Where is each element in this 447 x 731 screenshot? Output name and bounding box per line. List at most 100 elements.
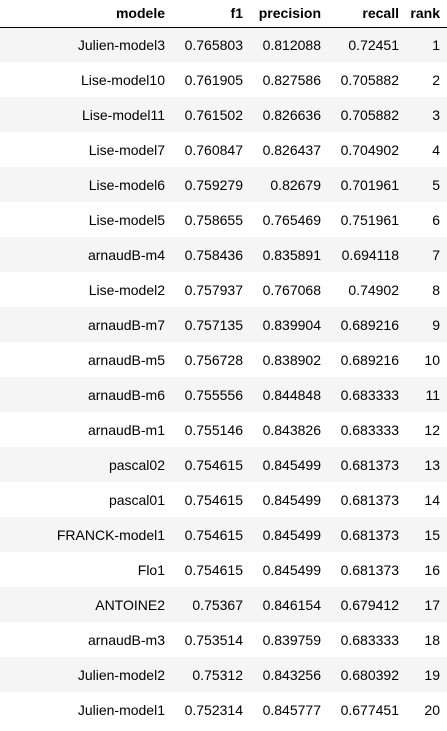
header-row: modele f1 precision recall rank <box>0 0 447 28</box>
cell-modele: arnaudB-m1 <box>0 412 172 447</box>
cell-recall: 0.689216 <box>328 307 406 342</box>
cell-f1: 0.754615 <box>172 517 250 552</box>
cell-rank: 3 <box>406 97 447 132</box>
table-row: arnaudB-m4 0.758436 0.835891 0.694118 7 <box>0 237 447 272</box>
cell-rank: 15 <box>406 517 447 552</box>
cell-f1: 0.75312 <box>172 657 250 692</box>
table-row: Lise-model2 0.757937 0.767068 0.74902 8 <box>0 272 447 307</box>
cell-f1: 0.756728 <box>172 342 250 377</box>
cell-f1: 0.753514 <box>172 622 250 657</box>
cell-f1: 0.758655 <box>172 202 250 237</box>
cell-modele: pascal02 <box>0 447 172 482</box>
cell-f1: 0.755146 <box>172 412 250 447</box>
cell-recall: 0.683333 <box>328 622 406 657</box>
cell-rank: 18 <box>406 622 447 657</box>
cell-precision: 0.767068 <box>250 272 328 307</box>
cell-recall: 0.701961 <box>328 167 406 202</box>
cell-precision: 0.826437 <box>250 132 328 167</box>
cell-modele: Lise-model5 <box>0 202 172 237</box>
cell-f1: 0.760847 <box>172 132 250 167</box>
cell-modele: pascal01 <box>0 482 172 517</box>
cell-precision: 0.845777 <box>250 692 328 727</box>
cell-modele: Lise-model2 <box>0 272 172 307</box>
cell-recall: 0.72451 <box>328 27 406 62</box>
cell-f1: 0.757937 <box>172 272 250 307</box>
cell-f1: 0.754615 <box>172 552 250 587</box>
cell-recall: 0.683333 <box>328 377 406 412</box>
cell-recall: 0.705882 <box>328 62 406 97</box>
cell-f1: 0.759279 <box>172 167 250 202</box>
cell-recall: 0.681373 <box>328 552 406 587</box>
cell-recall: 0.681373 <box>328 517 406 552</box>
results-table: modele f1 precision recall rank Julien-m… <box>0 0 447 727</box>
cell-f1: 0.761905 <box>172 62 250 97</box>
cell-modele: Julien-model1 <box>0 692 172 727</box>
column-header-f1: f1 <box>172 0 250 28</box>
cell-precision: 0.765469 <box>250 202 328 237</box>
cell-recall: 0.689216 <box>328 342 406 377</box>
cell-rank: 6 <box>406 202 447 237</box>
cell-modele: ANTOINE2 <box>0 587 172 622</box>
cell-f1: 0.75367 <box>172 587 250 622</box>
cell-modele: FRANCK-model1 <box>0 517 172 552</box>
cell-modele: Lise-model7 <box>0 132 172 167</box>
cell-recall: 0.677451 <box>328 692 406 727</box>
cell-rank: 1 <box>406 27 447 62</box>
cell-f1: 0.752314 <box>172 692 250 727</box>
cell-f1: 0.754615 <box>172 447 250 482</box>
cell-f1: 0.761502 <box>172 97 250 132</box>
table-row: Lise-model7 0.760847 0.826437 0.704902 4 <box>0 132 447 167</box>
cell-rank: 12 <box>406 412 447 447</box>
cell-rank: 11 <box>406 377 447 412</box>
cell-rank: 7 <box>406 237 447 272</box>
cell-f1: 0.757135 <box>172 307 250 342</box>
cell-precision: 0.843256 <box>250 657 328 692</box>
cell-recall: 0.683333 <box>328 412 406 447</box>
cell-rank: 4 <box>406 132 447 167</box>
cell-recall: 0.74902 <box>328 272 406 307</box>
cell-modele: Julien-model3 <box>0 27 172 62</box>
table-row: FRANCK-model1 0.754615 0.845499 0.681373 15 <box>0 517 447 552</box>
table-row: Julien-model3 0.765803 0.812088 0.72451 1 <box>0 27 447 62</box>
cell-f1: 0.755556 <box>172 377 250 412</box>
cell-rank: 19 <box>406 657 447 692</box>
cell-recall: 0.751961 <box>328 202 406 237</box>
cell-recall: 0.680392 <box>328 657 406 692</box>
cell-recall: 0.681373 <box>328 482 406 517</box>
table-header: modele f1 precision recall rank <box>0 0 447 28</box>
cell-precision: 0.835891 <box>250 237 328 272</box>
cell-precision: 0.846154 <box>250 587 328 622</box>
cell-modele: arnaudB-m4 <box>0 237 172 272</box>
cell-precision: 0.839904 <box>250 307 328 342</box>
table-row: Lise-model11 0.761502 0.826636 0.705882 3 <box>0 97 447 132</box>
cell-rank: 8 <box>406 272 447 307</box>
cell-precision: 0.838902 <box>250 342 328 377</box>
column-header-recall: recall <box>328 0 406 28</box>
cell-modele: arnaudB-m7 <box>0 307 172 342</box>
cell-precision: 0.812088 <box>250 27 328 62</box>
cell-recall: 0.704902 <box>328 132 406 167</box>
table-row: Lise-model6 0.759279 0.82679 0.701961 5 <box>0 167 447 202</box>
cell-rank: 5 <box>406 167 447 202</box>
cell-rank: 20 <box>406 692 447 727</box>
cell-rank: 17 <box>406 587 447 622</box>
table-row: arnaudB-m7 0.757135 0.839904 0.689216 9 <box>0 307 447 342</box>
cell-modele: Lise-model10 <box>0 62 172 97</box>
cell-rank: 9 <box>406 307 447 342</box>
table-row: ANTOINE2 0.75367 0.846154 0.679412 17 <box>0 587 447 622</box>
table-row: Flo1 0.754615 0.845499 0.681373 16 <box>0 552 447 587</box>
cell-rank: 10 <box>406 342 447 377</box>
cell-f1: 0.758436 <box>172 237 250 272</box>
table-row: arnaudB-m6 0.755556 0.844848 0.683333 11 <box>0 377 447 412</box>
cell-precision: 0.843826 <box>250 412 328 447</box>
table-row: arnaudB-m3 0.753514 0.839759 0.683333 18 <box>0 622 447 657</box>
cell-precision: 0.845499 <box>250 447 328 482</box>
table-row: Lise-model10 0.761905 0.827586 0.705882 2 <box>0 62 447 97</box>
table-body: Julien-model3 0.765803 0.812088 0.72451 1 Lis… <box>0 27 447 727</box>
cell-precision: 0.845499 <box>250 517 328 552</box>
cell-recall: 0.694118 <box>328 237 406 272</box>
cell-f1: 0.765803 <box>172 27 250 62</box>
cell-modele: Lise-model11 <box>0 97 172 132</box>
cell-recall: 0.681373 <box>328 447 406 482</box>
column-header-rank: rank <box>406 0 447 28</box>
